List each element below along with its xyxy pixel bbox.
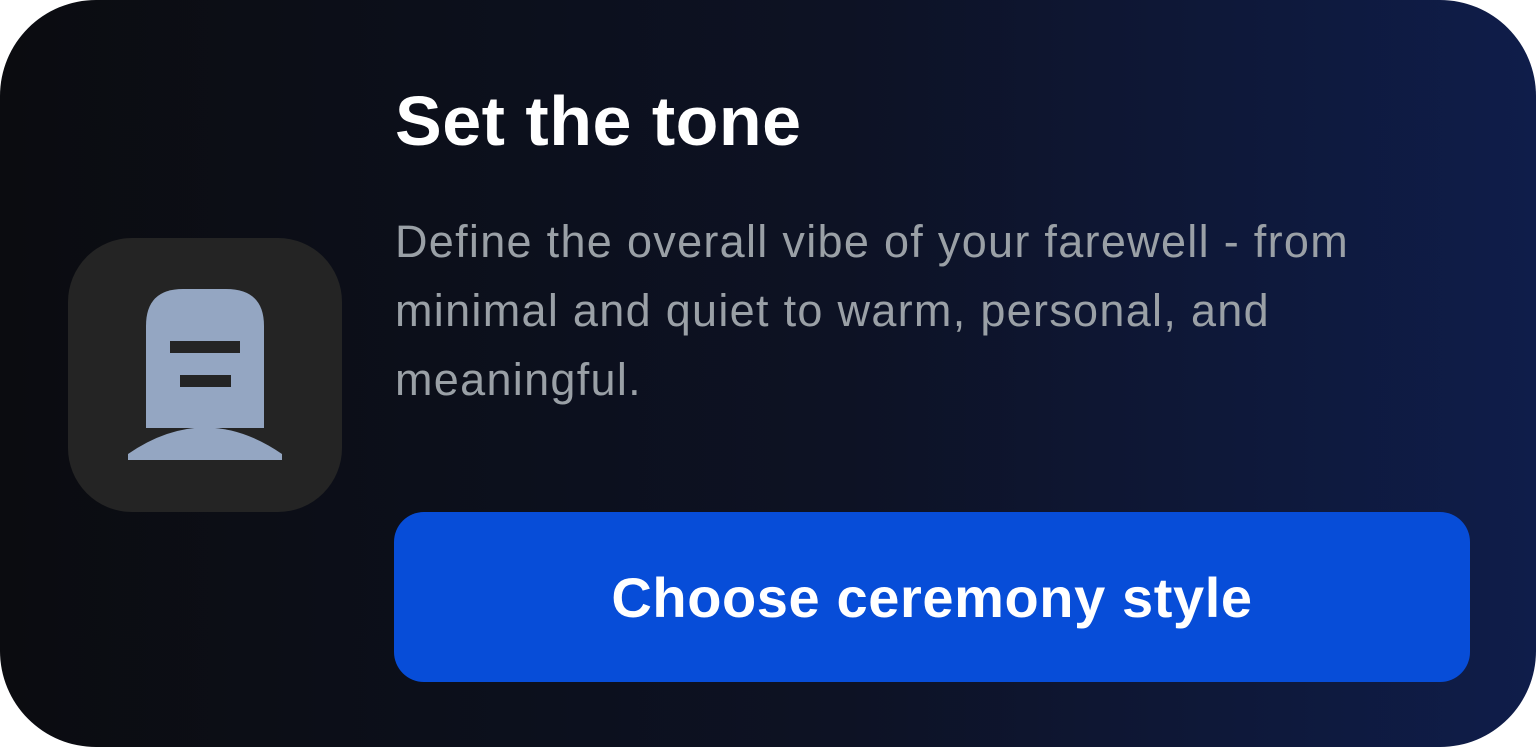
icon-tile (68, 238, 342, 512)
card-title: Set the tone (395, 82, 802, 160)
tone-card: Set the tone Define the overall vibe of … (0, 0, 1536, 747)
gravestone-icon (126, 289, 284, 461)
card-description: Define the overall vibe of your farewell… (395, 216, 1349, 405)
choose-ceremony-style-button[interactable]: Choose ceremony style (394, 512, 1470, 682)
